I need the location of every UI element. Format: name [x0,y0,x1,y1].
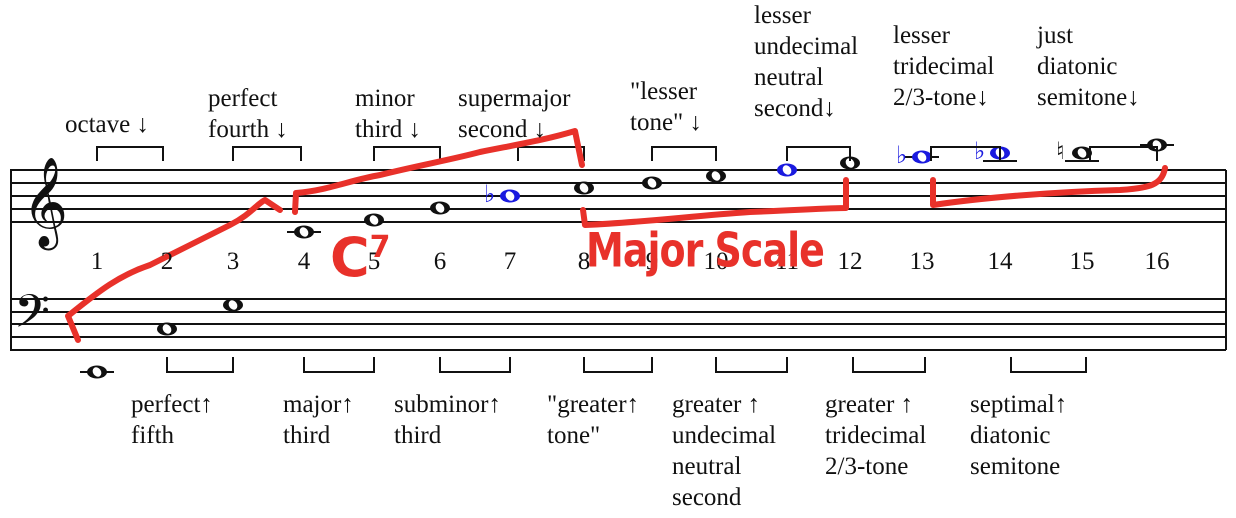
top-label-lesser-tridecimal: lesser tridecimal 2/3-tone↓ [893,22,995,111]
bottom-label-perfect-fifth: perfect↑ fifth [131,391,213,449]
red-chromatic-bracket-stroke [930,165,1168,208]
chord-annotation: C7 [330,226,391,289]
top-label-supermajor-second: supermajor second ↓ [458,85,571,143]
bass-clef-icon: 𝄢 [14,285,50,350]
top-label-perfect-fourth: perfect fourth ↓ [208,85,288,143]
top-label-octave: octave ↓ [65,111,149,138]
bottom-interval-bracket [303,357,375,373]
top-interval-bracket [651,146,717,161]
top-label-minor-third: minor third ↓ [355,85,421,143]
red-chord-stroke [65,128,585,343]
harmonic-number: 13 [909,248,935,275]
bottom-interval-bracket [715,357,788,373]
harmonic-number: 12 [837,248,863,275]
treble-clef-icon: 𝄞 [22,157,68,251]
top-interval-bracket [232,146,302,161]
bottom-interval-bracket [852,357,926,373]
harmonic-number: 15 [1069,248,1095,275]
harmonic-number: 4 [297,248,311,275]
harmonic-number: 16 [1144,248,1170,275]
bottom-label-major-third: major↑ third [283,391,354,449]
top-label-lesser-tone: "lesser tone" ↓ [630,78,702,136]
flat-icon: ♭ [484,180,495,208]
top-interval-bracket [786,146,851,161]
harmonic-number: 1 [90,248,104,275]
bottom-label-greater-tridecimal: greater ↑ tridecimal 2/3-tone [825,391,927,480]
chord-letter: C [330,226,370,289]
bottom-interval-bracket [583,357,653,373]
top-interval-bracket [517,146,585,161]
top-interval-bracket [1089,146,1158,161]
bottom-interval-bracket [166,357,234,373]
flat-icon: ♭ [896,141,907,169]
bottom-label-greater-undecimal: greater ↑ undecimal neutral second [672,391,777,511]
harmonic-series-diagram: 𝄞 𝄢 ♭ ♭ ♭ ♮ octave ↓ perfect fourth ↓ minor t… [0,0,1236,518]
top-label-lesser-undecimal: lesser undecimal neutral second↓ [754,2,859,122]
flat-icon: ♭ [974,137,985,165]
harmonic-number: 6 [433,248,447,275]
bottom-label-greater-tone: "greater↑ tone" [547,391,640,449]
bottom-label-subminor-third: subminor↑ third [394,391,501,449]
natural-icon: ♮ [1056,137,1065,165]
harmonic-number: 3 [226,248,240,275]
bottom-label-septimal-diatonic-semitone: septimal↑ diatonic semitone [970,391,1068,480]
harmonic-number: 14 [987,248,1013,275]
harmonic-number: 2 [160,248,174,275]
red-scale-bracket-stroke [580,177,849,228]
top-label-just-diatonic-semitone: just diatonic semitone↓ [1037,22,1140,111]
top-interval-bracket [373,146,441,161]
top-interval-bracket [96,146,164,161]
major-scale-annotation: Major Scale [586,222,825,278]
chord-superscript: 7 [369,230,391,265]
harmonic-number: 7 [503,248,517,275]
bottom-interval-bracket [439,357,511,373]
bottom-interval-bracket [1010,357,1087,373]
top-interval-bracket [930,146,1001,161]
